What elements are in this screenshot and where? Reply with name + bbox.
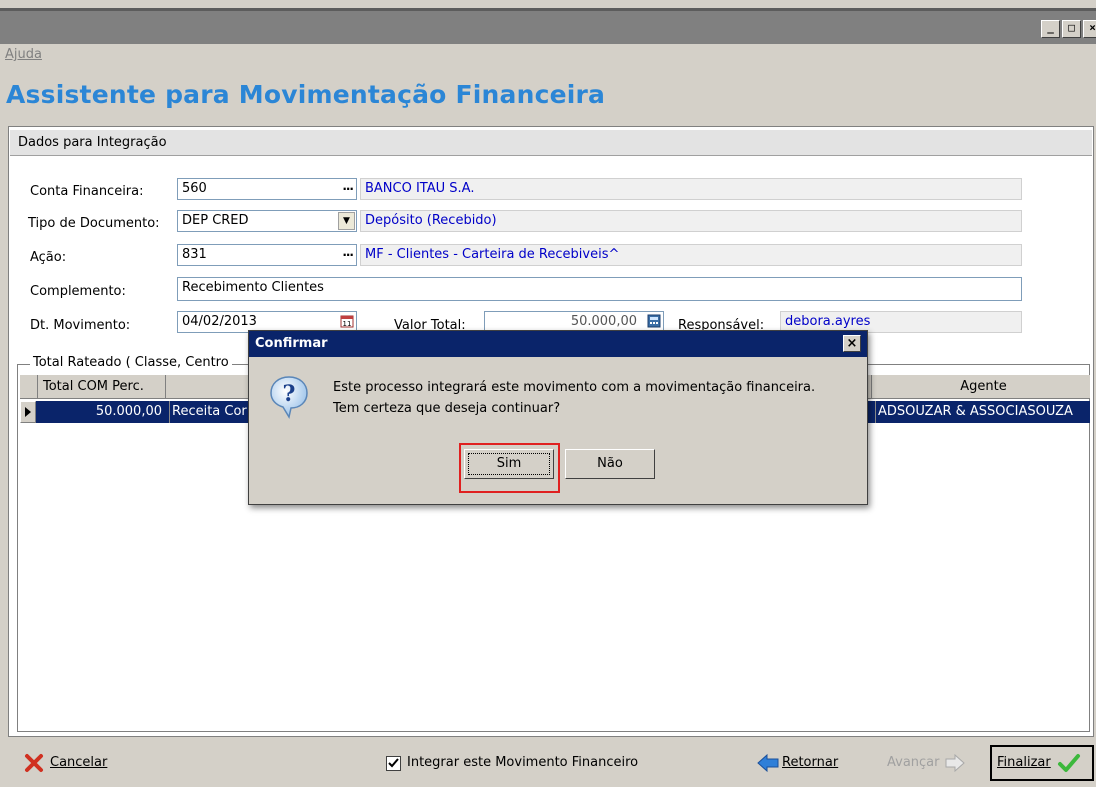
dt-movimento-value: 04/02/2013	[182, 314, 257, 329]
dialog-message: Este processo integrará este movimento c…	[333, 377, 815, 419]
back-label: Retornar	[782, 755, 839, 770]
menu-help-label: Ajuda	[5, 47, 42, 62]
cell-classe: Receita Cor	[169, 401, 247, 423]
dialog-message-line1: Este processo integrará este movimento c…	[333, 380, 816, 395]
ellipsis-button[interactable]: ···	[342, 179, 354, 199]
dialog-close-button[interactable]: ×	[843, 335, 861, 352]
acao-field[interactable]: 831 ···	[177, 244, 357, 266]
rateio-title: Total Rateado ( Classe, Centro	[30, 355, 232, 370]
cancel-label: Cancelar	[50, 755, 108, 770]
column-agente[interactable]: Agente	[872, 375, 1090, 398]
conta-financeira-label: Conta Financeira:	[30, 184, 144, 199]
cell-agente: ADSOUZAR & ASSOCIASOUZA	[875, 401, 1093, 423]
minimize-button[interactable]: _	[1041, 20, 1060, 38]
window-controls: _ □ ×	[1039, 20, 1096, 38]
app-window: _ □ × Ajuda Assistente para Movimentação…	[0, 0, 1096, 787]
integrate-label: Integrar este Movimento Financeiro	[407, 755, 639, 770]
question-icon: ?	[270, 376, 308, 419]
arrow-right-icon	[945, 753, 965, 773]
conta-financeira-value: 560	[182, 181, 207, 196]
red-x-icon	[25, 754, 43, 772]
finish-button[interactable]: Finalizar	[997, 748, 1081, 778]
conta-financeira-field[interactable]: 560 ···	[177, 178, 357, 200]
confirm-dialog: Confirmar × ? Este processo integrará es…	[248, 330, 868, 505]
acao-label: Ação:	[30, 250, 67, 265]
maximize-button[interactable]: □	[1062, 20, 1081, 38]
row-pointer-icon	[25, 407, 31, 417]
yes-label: Sim	[496, 456, 522, 471]
back-button[interactable]: Retornar	[756, 748, 838, 778]
calendar-icon[interactable]: 11	[340, 314, 354, 328]
tipo-documento-label: Tipo de Documento:	[28, 216, 160, 231]
section-header: Dados para Integração	[10, 130, 1092, 156]
ellipsis-button[interactable]: ···	[342, 245, 354, 265]
next-label: Avançar	[887, 755, 940, 770]
conta-financeira-desc: BANCO ITAU S.A.	[360, 178, 1022, 200]
next-button[interactable]: Avançar	[887, 748, 966, 778]
column-total-com-perc[interactable]: Total COM Perc.	[38, 375, 166, 398]
arrow-left-icon	[757, 753, 779, 773]
page-title: Assistente para Movimentação Financeira	[6, 80, 606, 109]
integrate-checkbox-row[interactable]: Integrar este Movimento Financeiro	[386, 748, 638, 778]
complemento-label: Complemento:	[30, 284, 126, 299]
cancel-button[interactable]: Cancelar	[24, 748, 107, 778]
dialog-message-line2: Tem certeza que deseja continuar?	[333, 401, 561, 416]
tipo-documento-select[interactable]: DEP CRED ▼	[177, 210, 357, 232]
dialog-title-label: Confirmar	[255, 336, 328, 351]
tipo-documento-desc: Depósito (Recebido)	[360, 210, 1022, 232]
acao-value: 831	[182, 247, 207, 262]
calculator-icon[interactable]	[647, 314, 661, 328]
chevron-down-icon[interactable]: ▼	[338, 212, 355, 230]
svg-text:?: ?	[283, 381, 296, 407]
checkbox-checked-icon[interactable]	[386, 755, 401, 771]
no-button[interactable]: Não	[565, 449, 655, 479]
svg-text:11: 11	[343, 320, 352, 328]
title-bar: _ □ ×	[0, 8, 1096, 44]
complemento-field[interactable]: Recebimento Clientes	[177, 277, 1022, 301]
tipo-documento-value: DEP CRED	[182, 213, 249, 228]
finish-label: Finalizar	[997, 755, 1051, 770]
valor-total-value: 50.000,00	[570, 314, 637, 329]
cell-total: 50.000,00	[95, 404, 162, 419]
acao-desc: MF - Clientes - Carteira de Recebiveis^	[360, 244, 1022, 266]
row-indicator	[20, 401, 36, 423]
close-window-button[interactable]: ×	[1083, 20, 1096, 38]
dialog-title: Confirmar ×	[249, 331, 867, 357]
grid-indicator-header	[20, 375, 38, 398]
green-check-icon	[1057, 754, 1080, 772]
menu-help[interactable]: Ajuda	[5, 47, 42, 62]
dt-movimento-label: Dt. Movimento:	[30, 318, 131, 333]
yes-button[interactable]: Sim	[464, 449, 554, 479]
